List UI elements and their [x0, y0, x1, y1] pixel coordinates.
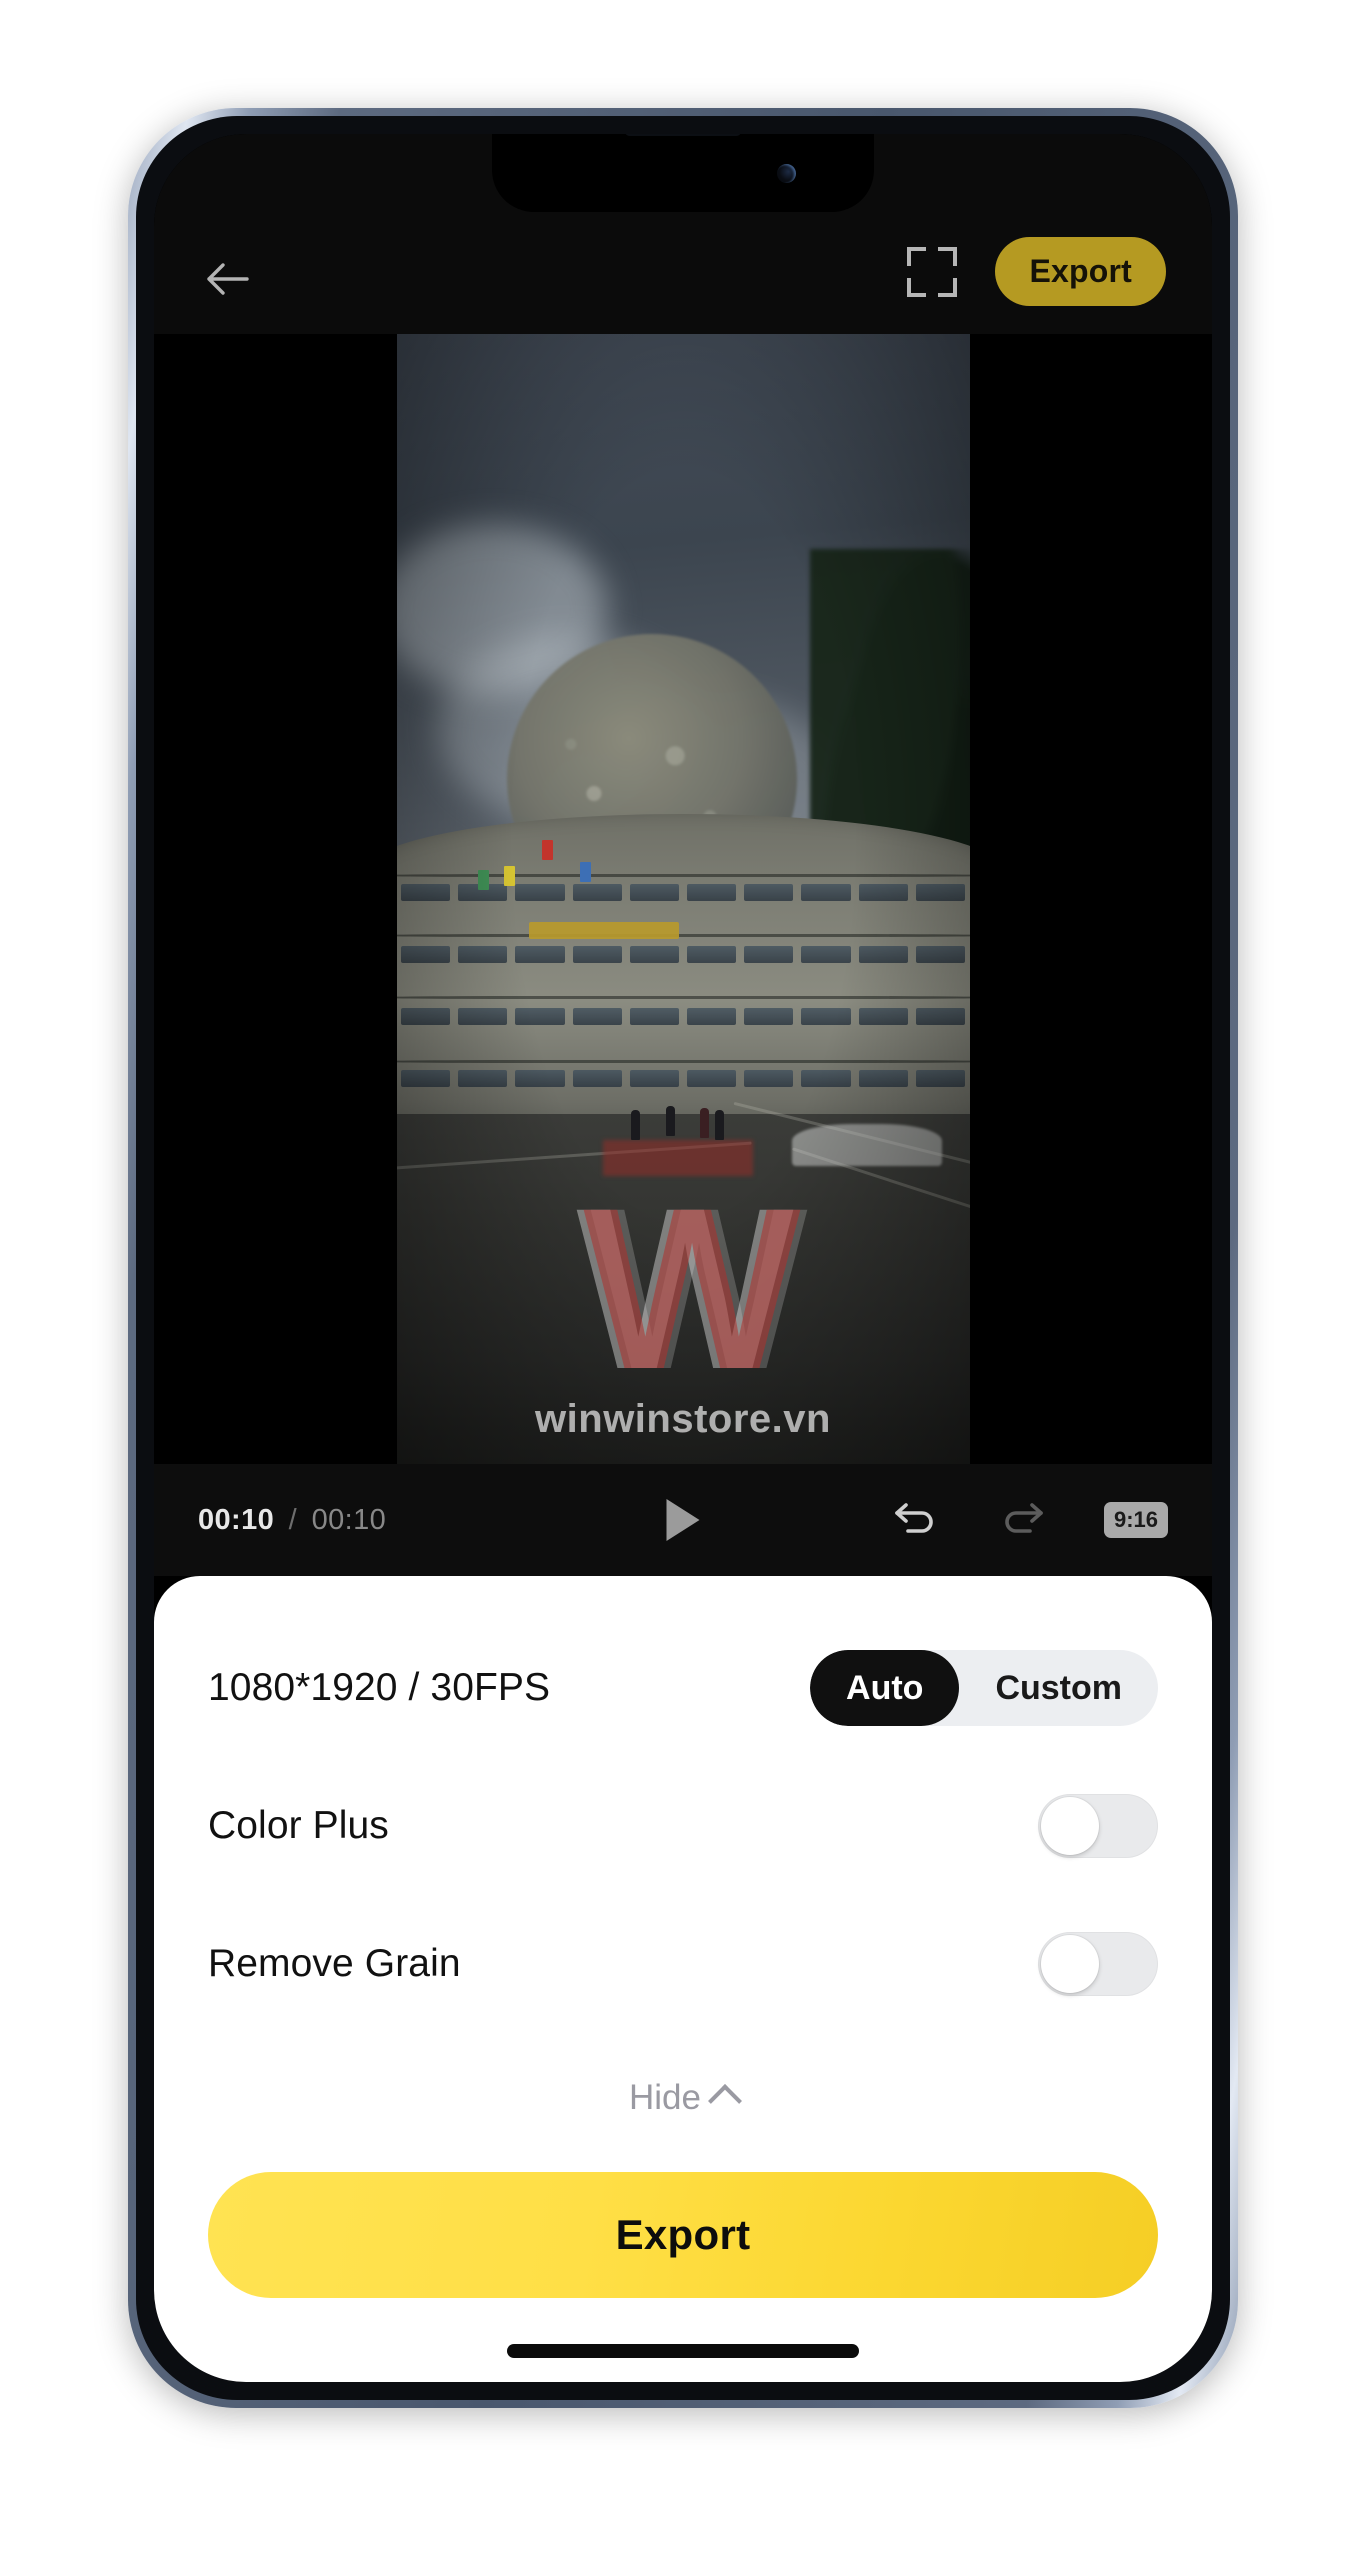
- earpiece-speaker: [625, 134, 741, 136]
- time-separator: /: [288, 1503, 298, 1536]
- export-button-primary[interactable]: Export: [208, 2172, 1158, 2298]
- remove-grain-row: Remove Grain: [208, 1918, 1158, 2010]
- export-settings-sheet: 1080*1920 / 30FPS Auto Custom Color Plus: [154, 1576, 1212, 2382]
- toggle-knob: [1041, 1797, 1099, 1855]
- front-camera-icon: [777, 164, 796, 183]
- play-icon[interactable]: [666, 1499, 700, 1541]
- undo-icon: [895, 1503, 933, 1533]
- chevron-up-icon: [708, 2084, 742, 2118]
- notch: [492, 134, 874, 212]
- video-tent: [791, 1124, 942, 1166]
- hide-sheet-button[interactable]: Hide: [208, 2078, 1158, 2118]
- video-building-banner: [529, 922, 680, 939]
- remove-grain-toggle[interactable]: [1038, 1932, 1158, 1996]
- hide-label: Hide: [629, 2078, 701, 2117]
- player-control-bar: 00:10 / 00:10 9:16: [154, 1464, 1212, 1576]
- color-plus-row: Color Plus: [208, 1780, 1158, 1872]
- redo-button[interactable]: [998, 1496, 1046, 1544]
- total-time: 00:10: [311, 1503, 387, 1536]
- home-indicator[interactable]: [507, 2344, 859, 2358]
- toggle-knob: [1041, 1935, 1099, 1993]
- phone-bezel: Export W winwinstore.vn 00:10 / 00:10 9:…: [136, 116, 1230, 2400]
- segment-custom[interactable]: Custom: [959, 1650, 1158, 1726]
- resolution-row: 1080*1920 / 30FPS Auto Custom: [208, 1642, 1158, 1734]
- video-red-carpet: [602, 1140, 753, 1176]
- video-preview-area[interactable]: W winwinstore.vn: [154, 334, 1212, 1464]
- fullscreen-crop-icon[interactable]: [907, 246, 958, 297]
- resolution-mode-segmented-control: Auto Custom: [810, 1650, 1158, 1726]
- back-button[interactable]: [200, 252, 254, 306]
- aspect-ratio-badge[interactable]: 9:16: [1103, 1502, 1168, 1538]
- color-plus-toggle[interactable]: [1038, 1794, 1158, 1858]
- playback-time: 00:10 / 00:10: [198, 1504, 386, 1537]
- segment-auto[interactable]: Auto: [810, 1650, 960, 1726]
- phone-body: Export W winwinstore.vn 00:10 / 00:10 9:…: [128, 108, 1238, 2408]
- phone-mockup: Export W winwinstore.vn 00:10 / 00:10 9:…: [0, 0, 1357, 2560]
- video-frame[interactable]: W winwinstore.vn: [396, 334, 970, 1464]
- phone-screen: Export W winwinstore.vn 00:10 / 00:10 9:…: [154, 134, 1212, 2382]
- color-plus-label: Color Plus: [208, 1804, 389, 1847]
- top-bar-actions: Export: [907, 237, 1166, 306]
- redo-icon: [1005, 1503, 1043, 1533]
- arrow-left-icon: [207, 263, 249, 295]
- resolution-label: 1080*1920 / 30FPS: [208, 1666, 551, 1709]
- export-button-topbar[interactable]: Export: [995, 237, 1166, 306]
- remove-grain-label: Remove Grain: [208, 1942, 461, 1985]
- player-actions: 9:16: [892, 1496, 1168, 1544]
- video-editor-app: Export W winwinstore.vn 00:10 / 00:10 9:…: [154, 134, 1212, 2382]
- undo-button[interactable]: [892, 1496, 940, 1544]
- current-time: 00:10: [198, 1503, 275, 1536]
